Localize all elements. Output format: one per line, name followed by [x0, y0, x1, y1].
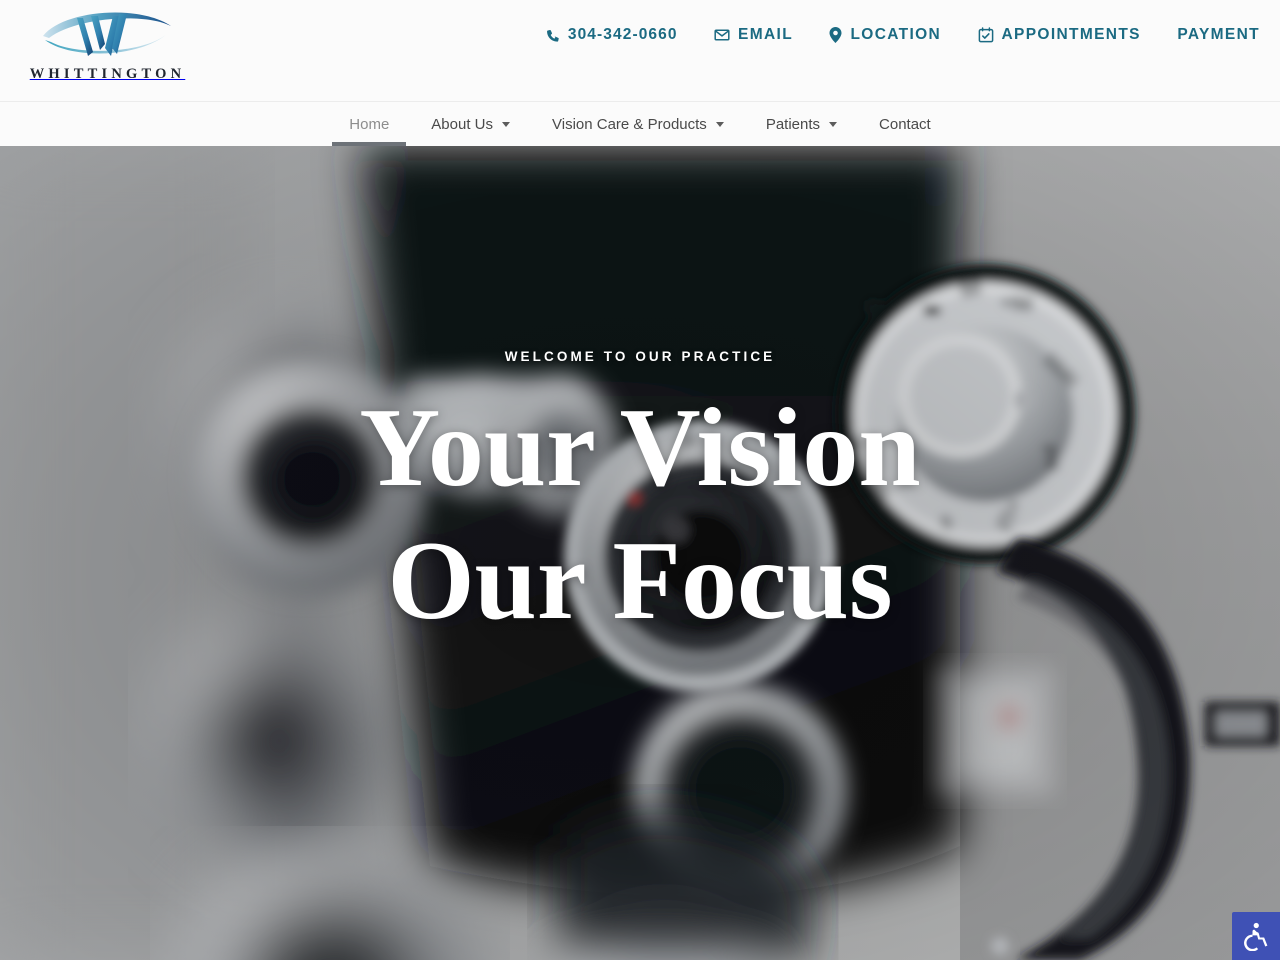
hero-title-line-2: Our Focus	[387, 518, 893, 643]
contact-payment-label: PAYMENT	[1177, 26, 1260, 43]
logo-wordmark: WHITTINGTON	[29, 66, 186, 82]
main-navigation: Home About Us Vision Care & Products Pat…	[0, 102, 1280, 146]
hero-content: WELCOME TO OUR PRACTICE Your Vision Our …	[0, 146, 1280, 960]
contact-email-link[interactable]: EMAIL	[714, 18, 793, 52]
hero-title-line-1: Your Vision	[359, 386, 921, 511]
chevron-down-icon	[502, 121, 510, 127]
nav-item-vision-care-products[interactable]: Vision Care & Products	[531, 102, 745, 146]
nav-item-patients[interactable]: Patients	[745, 102, 858, 146]
nav-item-contact[interactable]: Contact	[858, 102, 952, 146]
map-pin-icon	[829, 27, 842, 43]
site-header: WHITTINGTON 304-342-0660 EMAIL LOCATION	[0, 0, 1280, 102]
hero-section: P 5030 2015 34 56 R 50 +50	[0, 146, 1280, 960]
nav-item-about-us[interactable]: About Us	[410, 102, 531, 146]
phone-icon	[546, 29, 559, 42]
whittington-eye-logo-icon	[42, 12, 171, 56]
contact-appointments-link[interactable]: APPOINTMENTS	[978, 18, 1141, 52]
contact-appointments-label: APPOINTMENTS	[1001, 26, 1141, 43]
nav-item-patients-label: Patients	[765, 115, 821, 133]
chevron-down-icon	[715, 121, 724, 127]
contact-phone-label: 304-342-0660	[567, 26, 678, 43]
envelope-icon	[714, 29, 730, 41]
page-title: Your Vision Our Focus	[359, 382, 920, 646]
contact-payment-link[interactable]: PAYMENT	[1177, 18, 1260, 52]
nav-item-vision-care-products-label: Vision Care & Products	[552, 115, 707, 133]
wheelchair-accessibility-icon	[1244, 922, 1268, 951]
nav-item-home-label: Home	[349, 115, 390, 133]
hero-eyebrow: WELCOME TO OUR PRACTICE	[504, 349, 776, 365]
contact-bar: 304-342-0660 EMAIL LOCATION APPOINTMENTS	[540, 18, 1260, 52]
contact-phone-link[interactable]: 304-342-0660	[545, 18, 678, 52]
contact-location-label: LOCATION	[850, 26, 942, 43]
contact-location-link[interactable]: LOCATION	[829, 18, 941, 52]
contact-email-label: EMAIL	[738, 26, 794, 43]
chevron-down-icon	[829, 121, 838, 127]
site-logo[interactable]: WHITTINGTON	[18, 4, 193, 99]
accessibility-widget-button[interactable]	[1232, 912, 1280, 960]
nav-item-home[interactable]: Home	[328, 102, 410, 146]
calendar-check-icon	[978, 27, 993, 43]
nav-item-contact-label: Contact	[879, 115, 931, 133]
nav-item-about-us-label: About Us	[431, 115, 493, 133]
